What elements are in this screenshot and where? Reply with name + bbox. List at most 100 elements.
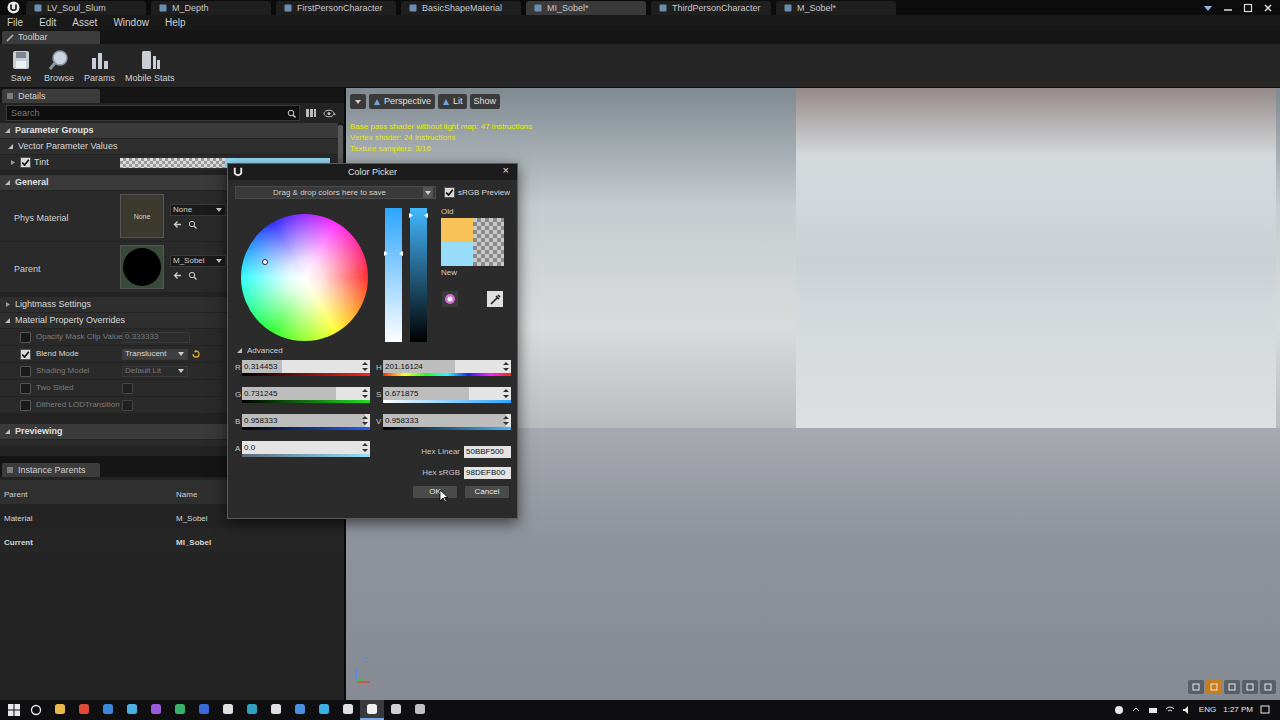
color-wheel[interactable]	[241, 214, 368, 341]
document-tab[interactable]: FirstPersonCharacter	[276, 1, 396, 15]
taskbar-app[interactable]	[336, 700, 360, 720]
reset-to-default-icon[interactable]	[192, 350, 200, 358]
expand-arrow-icon[interactable]	[3, 427, 12, 436]
saved-colors-dropzone[interactable]: Drag & drop colors here to save	[235, 186, 436, 199]
details-tab[interactable]: Details	[2, 89, 100, 103]
close-icon[interactable]	[1262, 2, 1274, 14]
document-tab[interactable]: MI_Sobel*	[526, 1, 646, 15]
saturation-slider[interactable]	[385, 208, 402, 342]
language-indicator[interactable]: ENG	[1199, 706, 1216, 714]
toolbar-button[interactable]: Save	[5, 46, 37, 86]
checkbox[interactable]	[122, 383, 133, 394]
taskbar-app[interactable]	[216, 700, 240, 720]
checkbox[interactable]	[20, 157, 31, 168]
checkbox[interactable]	[20, 400, 31, 411]
ok-button[interactable]: OK	[412, 485, 458, 499]
menu-item[interactable]: Edit	[39, 18, 56, 28]
dropdown[interactable]: Translucent	[122, 349, 188, 360]
viewport-button[interactable]: Show	[470, 94, 501, 109]
value-slider[interactable]	[410, 208, 427, 342]
slider-handle[interactable]	[409, 213, 428, 217]
wheel-mode-button[interactable]	[442, 291, 458, 307]
menu-item[interactable]: Asset	[72, 18, 97, 28]
number-field[interactable]: 0.333333	[122, 332, 190, 343]
hex-field[interactable]: 98DEFB00	[464, 467, 511, 479]
taskbar-app[interactable]	[240, 700, 264, 720]
viewport-options-button[interactable]	[350, 94, 366, 109]
checkbox[interactable]	[20, 366, 31, 377]
taskbar-app[interactable]	[264, 700, 288, 720]
advanced-toggle[interactable]: Advanced	[235, 346, 510, 355]
instance-parents-tab[interactable]: Instance Parents	[2, 463, 100, 477]
checkbox[interactable]	[122, 400, 133, 411]
browse-icon[interactable]	[188, 271, 197, 280]
expand-arrow-icon[interactable]	[3, 126, 12, 135]
taskbar-app[interactable]	[48, 700, 72, 720]
search-icon[interactable]	[24, 700, 48, 720]
document-tab[interactable]: ThirdPersonCharacter	[651, 1, 771, 15]
view-options-icon[interactable]	[304, 107, 318, 119]
hex-field[interactable]: 50BBF500	[464, 446, 511, 458]
taskbar-app[interactable]	[384, 700, 408, 720]
chevron-up-icon[interactable]	[1131, 705, 1141, 715]
browse-icon[interactable]	[188, 220, 197, 229]
expand-arrow-icon[interactable]	[235, 346, 244, 355]
dropdown[interactable]: Default Lit	[122, 366, 188, 377]
taskbar-app[interactable]	[72, 700, 96, 720]
checkbox[interactable]	[20, 332, 31, 343]
volume-icon[interactable]	[1182, 705, 1192, 715]
expand-arrow-icon[interactable]	[3, 178, 12, 187]
document-tab[interactable]: M_Depth	[151, 1, 271, 15]
expand-arrow-icon[interactable]	[6, 142, 15, 151]
asset-dropdown[interactable]: None	[170, 204, 226, 216]
viewport-corner-button[interactable]	[1260, 680, 1276, 694]
toolbar-button[interactable]: Mobile Stats	[122, 46, 178, 86]
viewport-corner-button[interactable]	[1242, 680, 1258, 694]
asset-dropdown[interactable]: M_Sobel	[170, 255, 226, 267]
taskbar-app[interactable]	[168, 700, 192, 720]
viewport-button[interactable]: Perspective	[369, 94, 435, 109]
document-tab[interactable]: M_Sobel*	[776, 1, 896, 15]
taskbar-app[interactable]	[312, 700, 336, 720]
spin-box[interactable]: 0.958333	[242, 414, 370, 427]
spin-box[interactable]: 0.314453	[242, 360, 370, 373]
spin-box[interactable]: 0.0	[242, 441, 370, 454]
checkbox[interactable]	[444, 187, 455, 198]
maximize-icon[interactable]	[1242, 2, 1254, 14]
taskbar-app[interactable]	[360, 700, 384, 720]
eyedropper-button[interactable]	[487, 291, 503, 307]
spin-box[interactable]: 201.16124	[383, 360, 511, 373]
table-row[interactable]: CurrentMI_Sobel	[0, 528, 344, 552]
viewport-button[interactable]: Lit	[438, 94, 467, 109]
visibility-icon[interactable]	[322, 107, 338, 119]
viewport-corner-button[interactable]	[1224, 680, 1240, 694]
cancel-button[interactable]: Cancel	[464, 485, 510, 499]
taskbar-app[interactable]	[288, 700, 312, 720]
clock[interactable]: 1:27 PM	[1223, 706, 1253, 714]
dialog-title-bar[interactable]: Color Picker×	[228, 164, 517, 180]
expand-arrow-icon[interactable]	[3, 316, 12, 325]
slider-handle[interactable]	[384, 251, 403, 255]
group-header[interactable]: Vector Parameter Values	[0, 139, 338, 154]
column-header[interactable]: Parent	[0, 480, 172, 504]
viewport-corner-button[interactable]	[1206, 680, 1222, 694]
taskbar-app[interactable]	[408, 700, 432, 720]
spin-box[interactable]: 0.731245	[242, 387, 370, 400]
menu-item[interactable]: File	[7, 18, 23, 28]
checkbox[interactable]	[20, 349, 31, 360]
saved-colors-dropdown[interactable]	[423, 187, 433, 198]
toolbar-tab[interactable]: Toolbar	[2, 31, 100, 44]
use-selected-icon[interactable]	[173, 220, 182, 229]
asset-thumbnail[interactable]	[120, 245, 164, 289]
close-button[interactable]: ×	[503, 165, 509, 176]
toolbar-button[interactable]: Browse	[41, 46, 77, 86]
taskbar-app[interactable]	[192, 700, 216, 720]
toolbar-button[interactable]: Params	[81, 46, 118, 86]
taskbar-app[interactable]	[144, 700, 168, 720]
menu-item[interactable]: Window	[113, 18, 149, 28]
asset-thumbnail[interactable]: None	[120, 194, 164, 238]
taskbar-app[interactable]	[96, 700, 120, 720]
document-tab[interactable]: BasicShapeMaterial	[401, 1, 521, 15]
viewport-corner-button[interactable]	[1188, 680, 1204, 694]
taskbar-app[interactable]	[120, 700, 144, 720]
